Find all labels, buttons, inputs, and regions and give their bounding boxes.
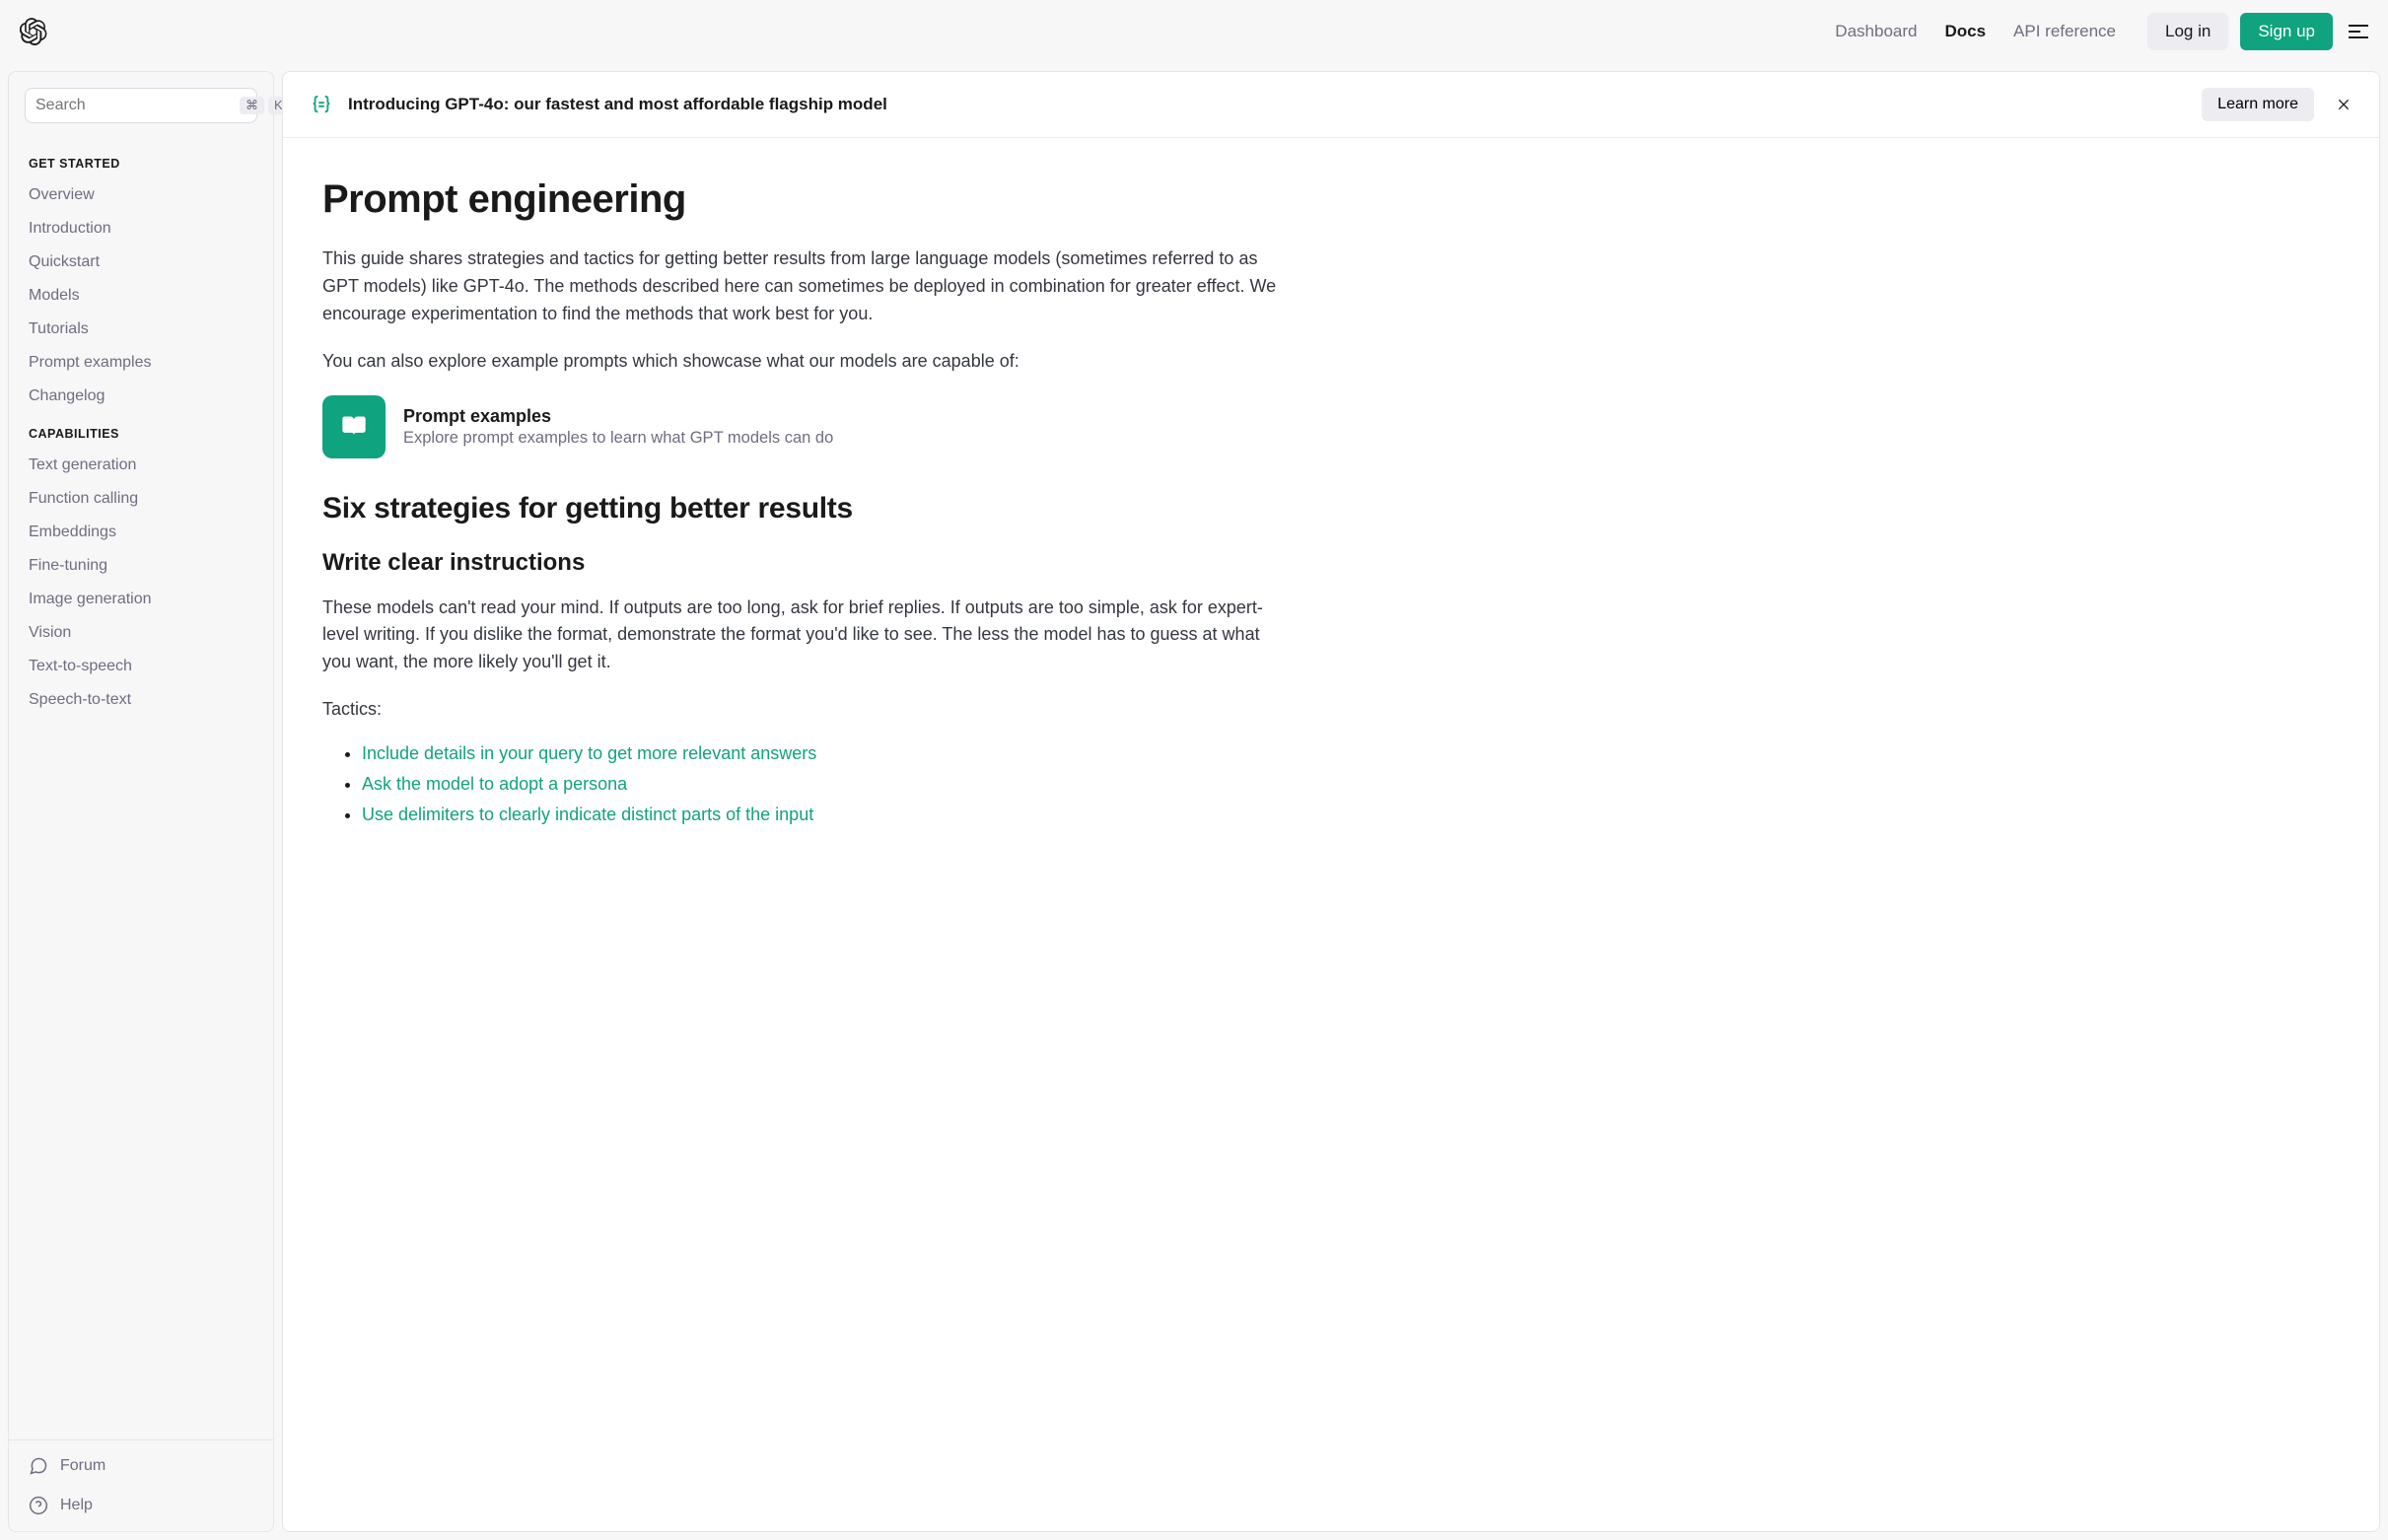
subsection-heading: Write clear instructions (322, 549, 1289, 577)
toc-icon (2349, 25, 2368, 38)
section-head-get-started: GET STARTED (9, 143, 273, 178)
sidebar-item-text-to-speech[interactable]: Text-to-speech (9, 650, 273, 683)
tactic-link[interactable]: Include details in your query to get mor… (362, 743, 816, 763)
search-box[interactable]: ⌘ K (25, 88, 257, 123)
login-button[interactable]: Log in (2147, 13, 2228, 50)
sidebar-item-speech-to-text[interactable]: Speech-to-text (9, 683, 273, 717)
signup-button[interactable]: Sign up (2240, 13, 2333, 50)
nav-docs[interactable]: Docs (1944, 22, 1986, 41)
content-area: Introducing GPT-4o: our fastest and most… (282, 71, 2380, 1532)
sidebar: ⌘ K GET STARTED Overview Introduction Qu… (8, 71, 274, 1532)
footer-label: Help (60, 1497, 93, 1514)
tactic-link[interactable]: Use delimiters to clearly indicate disti… (362, 805, 813, 824)
primary-nav: Dashboard Docs API reference (1835, 22, 2116, 41)
tactic-item: Use delimiters to clearly indicate disti… (362, 805, 1289, 825)
sidebar-item-text-generation[interactable]: Text generation (9, 449, 273, 482)
intro-paragraph-2: You can also explore example prompts whi… (322, 348, 1289, 376)
openai-logo-icon (20, 18, 47, 45)
sidebar-item-changelog[interactable]: Changelog (9, 380, 273, 413)
sidebar-item-vision[interactable]: Vision (9, 616, 273, 650)
tactic-item: Include details in your query to get mor… (362, 743, 1289, 764)
tactics-label: Tactics: (322, 696, 1289, 724)
sidebar-item-image-generation[interactable]: Image generation (9, 583, 273, 616)
forum-icon (29, 1456, 48, 1476)
logo[interactable] (20, 18, 47, 45)
prompt-examples-card[interactable]: Prompt examples Explore prompt examples … (322, 395, 1289, 458)
footer-forum[interactable]: Forum (9, 1446, 273, 1486)
code-braces-icon (311, 94, 332, 115)
page-title: Prompt engineering (322, 177, 1289, 222)
card-subtitle: Explore prompt examples to learn what GP… (403, 429, 833, 448)
sidebar-item-models[interactable]: Models (9, 279, 273, 313)
tactics-list: Include details in your query to get mor… (322, 743, 1289, 825)
auth-buttons: Log in Sign up (2147, 13, 2333, 50)
sidebar-item-tutorials[interactable]: Tutorials (9, 313, 273, 346)
article: Prompt engineering This guide shares str… (283, 138, 1328, 875)
help-icon (29, 1496, 48, 1515)
card-title: Prompt examples (403, 406, 833, 427)
section-heading: Six strategies for getting better result… (322, 492, 1289, 525)
nav-dashboard[interactable]: Dashboard (1835, 22, 1917, 41)
tactic-link[interactable]: Ask the model to adopt a persona (362, 774, 627, 794)
sidebar-nav: GET STARTED Overview Introduction Quicks… (9, 139, 273, 1439)
tactic-item: Ask the model to adopt a persona (362, 774, 1289, 795)
sidebar-item-quickstart[interactable]: Quickstart (9, 245, 273, 279)
top-bar: Dashboard Docs API reference Log in Sign… (0, 0, 2388, 63)
sidebar-item-overview[interactable]: Overview (9, 178, 273, 212)
footer-help[interactable]: Help (9, 1486, 273, 1525)
intro-paragraph-1: This guide shares strategies and tactics… (322, 245, 1289, 328)
sidebar-item-function-calling[interactable]: Function calling (9, 482, 273, 516)
close-banner-button[interactable] (2336, 97, 2352, 112)
nav-api-reference[interactable]: API reference (2013, 22, 2116, 41)
banner-text: Introducing GPT-4o: our fastest and most… (348, 95, 2186, 114)
toc-toggle-button[interactable] (2349, 25, 2368, 38)
sidebar-item-embeddings[interactable]: Embeddings (9, 516, 273, 549)
search-input[interactable] (35, 97, 240, 114)
footer-label: Forum (60, 1457, 105, 1475)
sidebar-item-fine-tuning[interactable]: Fine-tuning (9, 549, 273, 583)
sidebar-footer: Forum Help (9, 1439, 273, 1531)
announcement-banner: Introducing GPT-4o: our fastest and most… (283, 72, 2379, 138)
book-icon (340, 413, 368, 441)
sidebar-item-introduction[interactable]: Introduction (9, 212, 273, 245)
strategy-paragraph: These models can't read your mind. If ou… (322, 595, 1289, 677)
sidebar-item-prompt-examples[interactable]: Prompt examples (9, 346, 273, 380)
close-icon (2336, 97, 2352, 112)
card-icon-box (322, 395, 386, 458)
learn-more-button[interactable]: Learn more (2202, 88, 2314, 121)
section-head-capabilities: CAPABILITIES (9, 413, 273, 449)
